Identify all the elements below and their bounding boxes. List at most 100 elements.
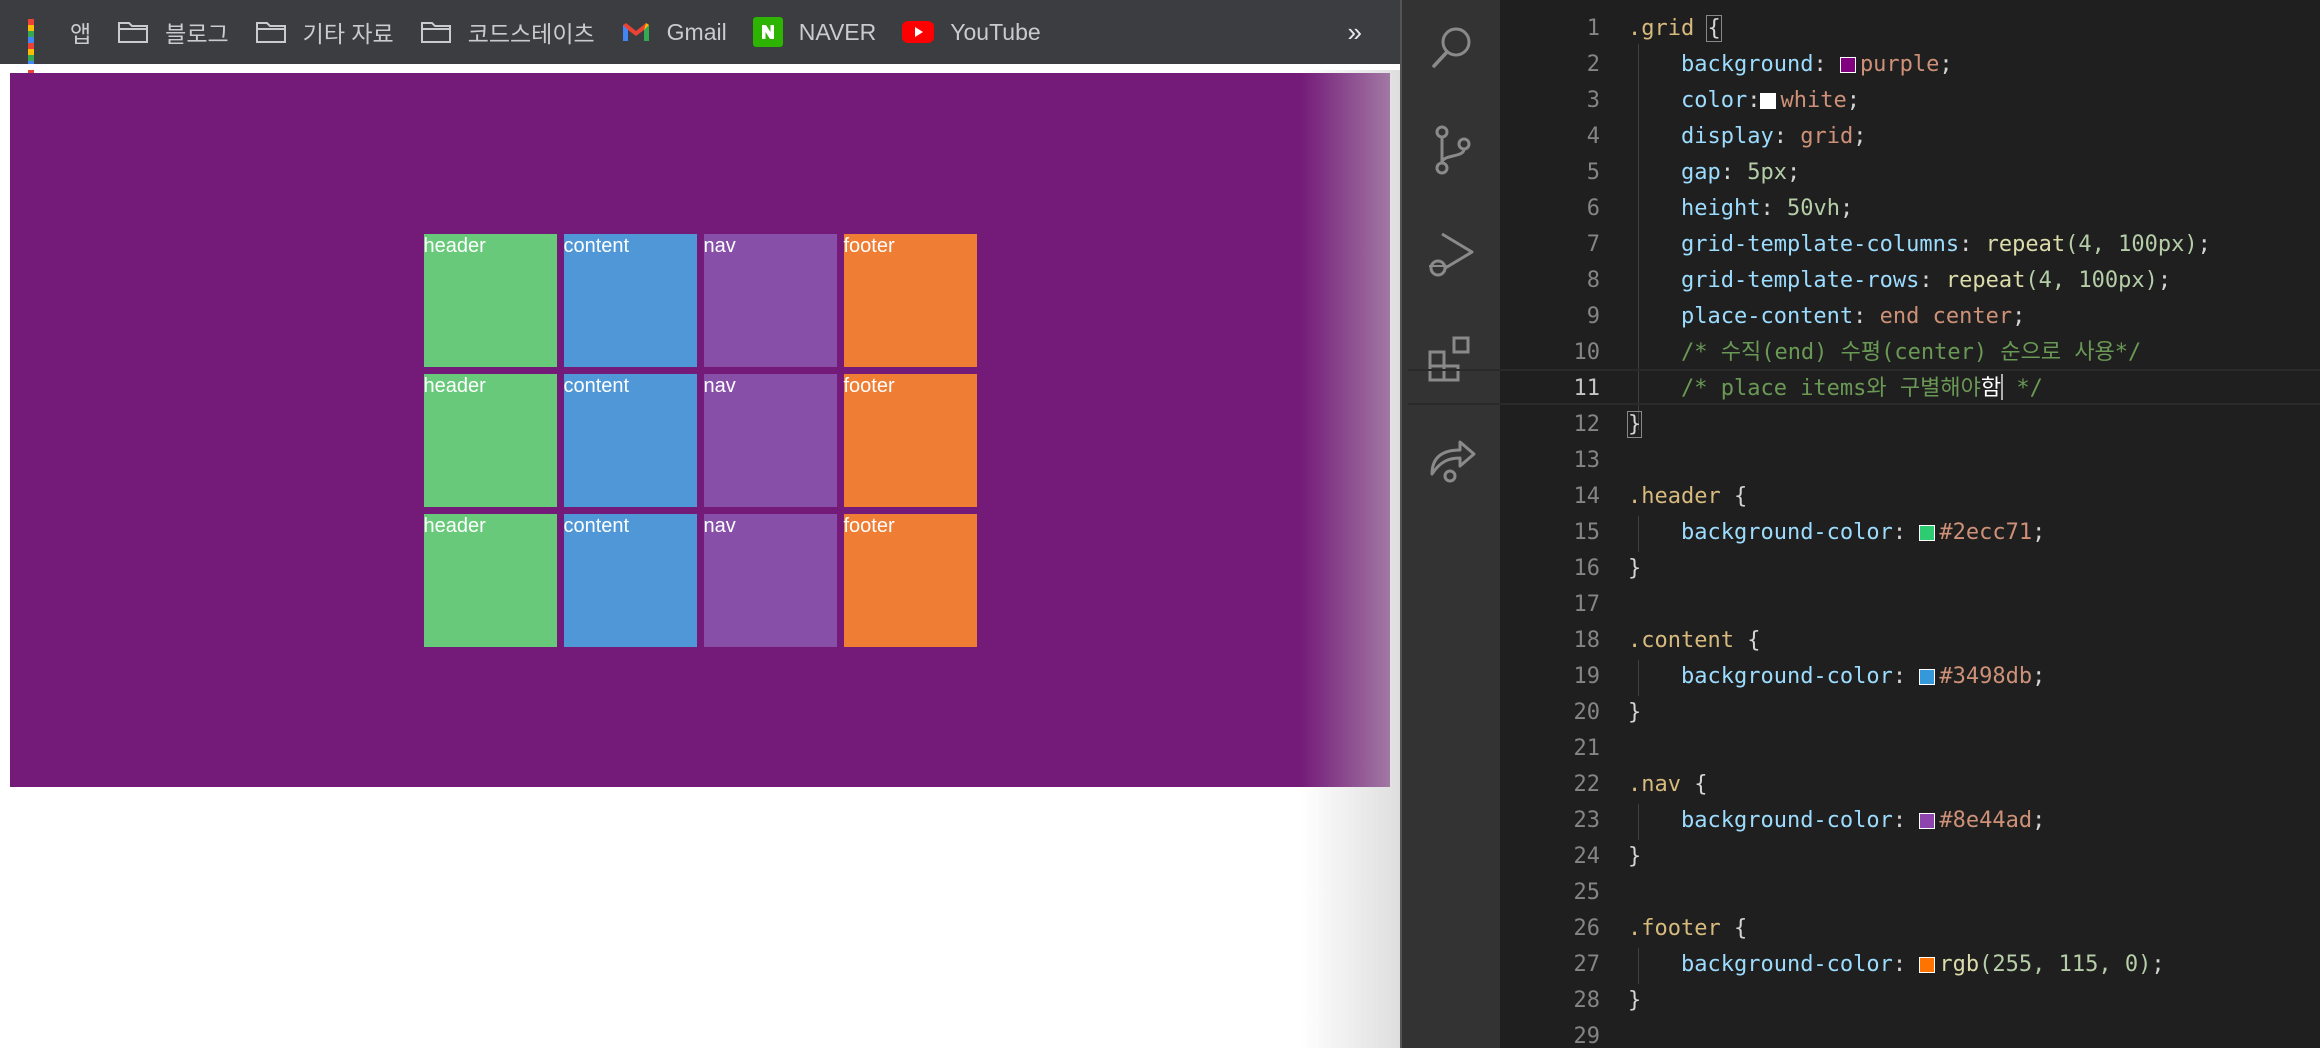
folder-icon — [117, 20, 149, 44]
css-value: end center — [1879, 304, 2013, 329]
ime-composing-char: 함 — [1980, 376, 2002, 401]
toolbar-divider — [0, 64, 1400, 70]
code-area[interactable]: .grid { background: purple; color: white;… — [1408, 0, 2320, 1048]
code-line-12: } — [1626, 407, 1643, 443]
color-swatch-purple[interactable] — [1839, 57, 1856, 73]
bookmark-label: 코드스테이츠 — [467, 21, 595, 47]
css-property: background-color — [1680, 952, 1893, 977]
css-property: color — [1680, 88, 1748, 113]
line-number: 2 — [1586, 52, 1600, 77]
code-line-27: background-color: rgb(255, 115, 0); — [1680, 952, 2165, 977]
code-line-28: } — [1628, 983, 1641, 1019]
css-selector: .header — [1628, 484, 1721, 509]
code-line-19: background-color: #3498db; — [1680, 664, 2046, 689]
code-line-5: gap: 5px; — [1680, 160, 1801, 185]
bookmark-label: 블로그 — [165, 21, 229, 47]
bookmark-label: NAVER — [798, 18, 877, 45]
line-number: 13 — [1573, 448, 1601, 473]
code-line-23: background-color: #8e44ad; — [1680, 808, 2046, 833]
line-number: 1 — [1586, 16, 1600, 41]
close-brace: } — [1626, 411, 1643, 438]
css-value: 5px — [1747, 160, 1787, 185]
code-line-1: .grid { — [1628, 11, 1722, 47]
bookmark-folder-blog[interactable]: 블로그 — [117, 0, 229, 64]
activity-bar — [1400, 0, 1500, 1048]
color-swatch-blue[interactable] — [1919, 669, 1936, 685]
line-number: 28 — [1573, 988, 1601, 1013]
line-number: 29 — [1573, 1024, 1601, 1049]
bookmark-youtube[interactable]: YouTube — [902, 0, 1041, 64]
css-function-args: (4, 100px) — [2025, 268, 2158, 293]
bookmark-naver[interactable]: NAVER — [752, 0, 877, 64]
grid-cell-footer: footer — [843, 514, 977, 647]
line-number: 16 — [1573, 556, 1601, 581]
grid-cell-footer: footer — [843, 234, 977, 367]
code-editor: 1 2 3 4 5 6 7 8 9 10 11 12 13 14 15 16 17 18 19 20 21 22 23 24 2… — [1400, 0, 2320, 1049]
css-property: place-content — [1680, 304, 1854, 329]
search-icon[interactable] — [1426, 22, 1478, 74]
bookmark-folder-misc[interactable]: 기타 자료 — [255, 0, 394, 64]
line-number: 8 — [1586, 268, 1600, 293]
line-number: 3 — [1586, 88, 1600, 113]
css-function: rgb — [1939, 952, 1980, 977]
color-swatch-green[interactable] — [1919, 525, 1936, 541]
line-number-gutter: 1 2 3 4 5 6 7 8 9 10 11 12 13 14 15 16 17 18 19 20 21 22 23 24 2… — [1500, 0, 1601, 1049]
line-number: 18 — [1573, 628, 1601, 653]
line-number: 17 — [1573, 592, 1601, 617]
run-debug-icon[interactable] — [1426, 228, 1478, 280]
close-brace: } — [1628, 556, 1642, 581]
code-line-26: .footer { — [1628, 916, 1748, 941]
grid-container-preview: header content nav footer header content… — [10, 73, 1390, 787]
line-number: 15 — [1573, 520, 1601, 545]
code-line-15: background-color: #2ecc71; — [1680, 520, 2046, 545]
apps-grid-icon — [28, 19, 54, 73]
css-value: purple — [1859, 52, 1940, 77]
line-number: 26 — [1573, 916, 1601, 941]
css-value: grid — [1800, 124, 1854, 149]
grid-cell-nav: nav — [703, 234, 837, 367]
line-number: 25 — [1573, 880, 1601, 905]
bookmark-label: 기타 자료 — [302, 21, 394, 47]
css-comment: /* 수직(end) 수평(center) 순으로 사용*/ — [1680, 340, 2142, 365]
css-value: 50vh — [1786, 196, 1840, 221]
css-selector: .footer — [1628, 916, 1721, 941]
bookmark-folder-codestates[interactable]: 코드스테이츠 — [420, 0, 595, 64]
bookmark-gmail[interactable]: Gmail — [621, 0, 727, 64]
color-swatch-violet[interactable] — [1919, 813, 1936, 829]
more-bookmarks-button[interactable]: » — [1348, 0, 1362, 64]
gmail-icon — [621, 21, 651, 43]
line-number: 4 — [1586, 124, 1600, 149]
line-number: 7 — [1586, 232, 1600, 257]
browser-window: 앱 블로그 기타 자료 코드스테이츠 Gmail NAVER YouTube »… — [0, 0, 1400, 1048]
css-selector: .grid — [1628, 16, 1695, 41]
grid-cell-header: header — [423, 234, 557, 367]
live-share-icon[interactable] — [1426, 434, 1478, 486]
css-property: height — [1680, 196, 1761, 221]
css-property: background-color — [1680, 808, 1893, 833]
code-line-2: background: purple; — [1680, 52, 1953, 77]
color-swatch-orange[interactable] — [1919, 957, 1936, 973]
css-function: repeat — [1985, 232, 2066, 257]
css-property: gap — [1680, 160, 1721, 185]
color-swatch-white[interactable] — [1760, 93, 1777, 109]
bookmark-label: YouTube — [950, 18, 1041, 45]
code-line-16: } — [1628, 551, 1641, 587]
close-brace: } — [1628, 700, 1642, 725]
bookmark-apps[interactable]: 앱 — [28, 0, 91, 73]
css-value: #3498db — [1939, 664, 2033, 689]
code-line-4: display: grid; — [1680, 124, 1867, 149]
grid-cell-nav: nav — [703, 374, 837, 507]
grid-cell-header: header — [423, 514, 557, 647]
line-number: 24 — [1573, 844, 1601, 869]
line-number: 27 — [1573, 952, 1601, 977]
folder-icon — [420, 20, 452, 44]
line-number: 22 — [1573, 772, 1601, 797]
code-line-20: } — [1628, 695, 1641, 731]
code-line-9: place-content: end center; — [1680, 304, 2026, 329]
source-control-icon[interactable] — [1426, 124, 1478, 176]
code-line-18: .content { — [1628, 628, 1761, 653]
code-line-24: } — [1628, 839, 1641, 875]
css-selector: .content — [1628, 628, 1734, 653]
css-property: display — [1680, 124, 1774, 149]
grid-cell-content: content — [563, 514, 697, 647]
